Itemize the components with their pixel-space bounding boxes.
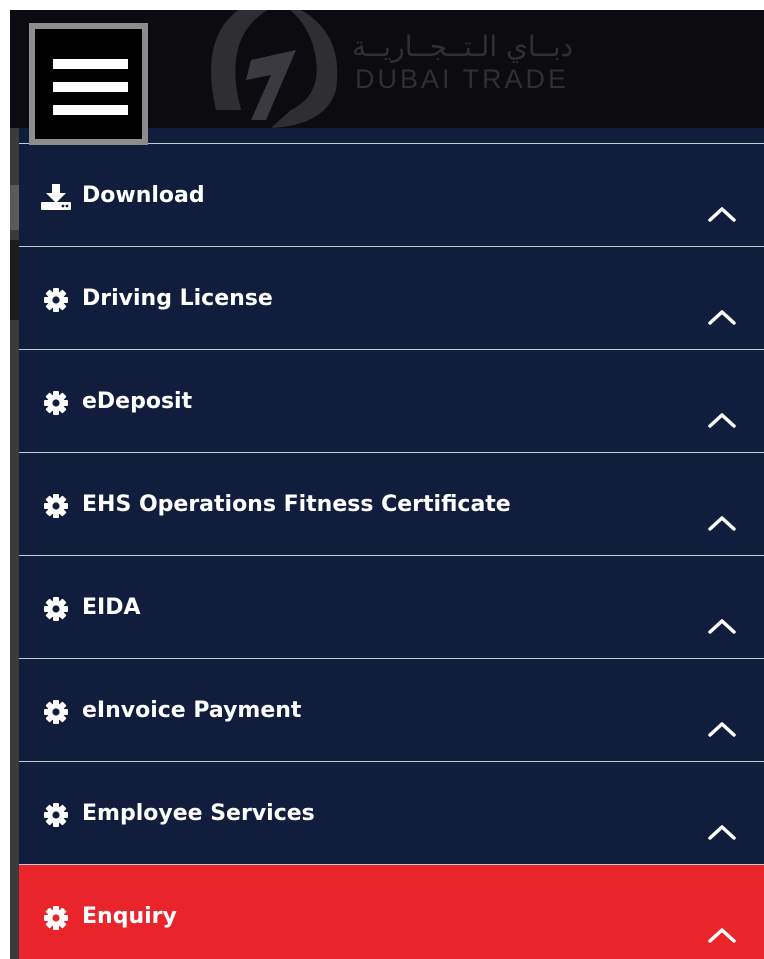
app-screen: دبــاي الـتــجــاريــة DUBAI TRADE Downl… bbox=[10, 10, 764, 959]
logo-english-text: DUBAI TRADE bbox=[355, 64, 570, 94]
menu-item-download[interactable]: Download bbox=[19, 143, 764, 246]
chevron-up-icon[interactable] bbox=[707, 925, 737, 945]
menu-item-label: EIDA bbox=[82, 595, 141, 620]
menu-item-einvoice-payment[interactable]: eInvoice Payment bbox=[19, 658, 764, 761]
gear-icon bbox=[44, 803, 68, 827]
gear-icon bbox=[44, 391, 68, 415]
menu-item-eida[interactable]: EIDA bbox=[19, 555, 764, 658]
chevron-up-icon[interactable] bbox=[707, 513, 737, 533]
menu-item-label: Employee Services bbox=[82, 801, 315, 826]
menu-item-label: Driving License bbox=[82, 286, 273, 311]
gear-icon bbox=[44, 906, 68, 930]
menu-item-label: Enquiry bbox=[82, 904, 177, 929]
gear-icon bbox=[44, 700, 68, 724]
hamburger-menu-icon bbox=[53, 105, 128, 115]
menu-item-employee-services[interactable]: Employee Services bbox=[19, 761, 764, 864]
hamburger-menu-button[interactable] bbox=[29, 23, 148, 145]
menu-item-label: EHS Operations Fitness Certificate bbox=[82, 492, 511, 517]
gear-icon bbox=[44, 288, 68, 312]
menu-item-label: eDeposit bbox=[82, 389, 193, 414]
chevron-up-icon[interactable] bbox=[707, 719, 737, 739]
chevron-up-icon[interactable] bbox=[707, 307, 737, 327]
chevron-up-icon[interactable] bbox=[707, 204, 737, 224]
menu-item-enquiry[interactable]: Enquiry bbox=[19, 864, 764, 959]
hamburger-menu-icon bbox=[53, 82, 128, 92]
menu-item-driving-license[interactable]: Driving License bbox=[19, 246, 764, 349]
chevron-up-icon[interactable] bbox=[707, 822, 737, 842]
chevron-up-icon[interactable] bbox=[707, 616, 737, 636]
menu-item-label: eInvoice Payment bbox=[82, 698, 302, 723]
menu-item-label: Download bbox=[82, 183, 205, 208]
gear-icon bbox=[44, 494, 68, 518]
chevron-up-icon[interactable] bbox=[707, 410, 737, 430]
dubai-trade-logo-icon bbox=[211, 10, 338, 128]
hamburger-menu-icon bbox=[53, 59, 128, 69]
services-menu-panel: Download Driving License eDeposit EHS Op… bbox=[19, 128, 764, 959]
menu-item-ehs-operations-fitness-certificate[interactable]: EHS Operations Fitness Certificate bbox=[19, 452, 764, 555]
menu-item-edeposit[interactable]: eDeposit bbox=[19, 349, 764, 452]
gear-icon bbox=[44, 597, 68, 621]
download-icon bbox=[41, 184, 71, 210]
logo-arabic-text: دبــاي الـتــجــاريــة bbox=[352, 30, 574, 63]
